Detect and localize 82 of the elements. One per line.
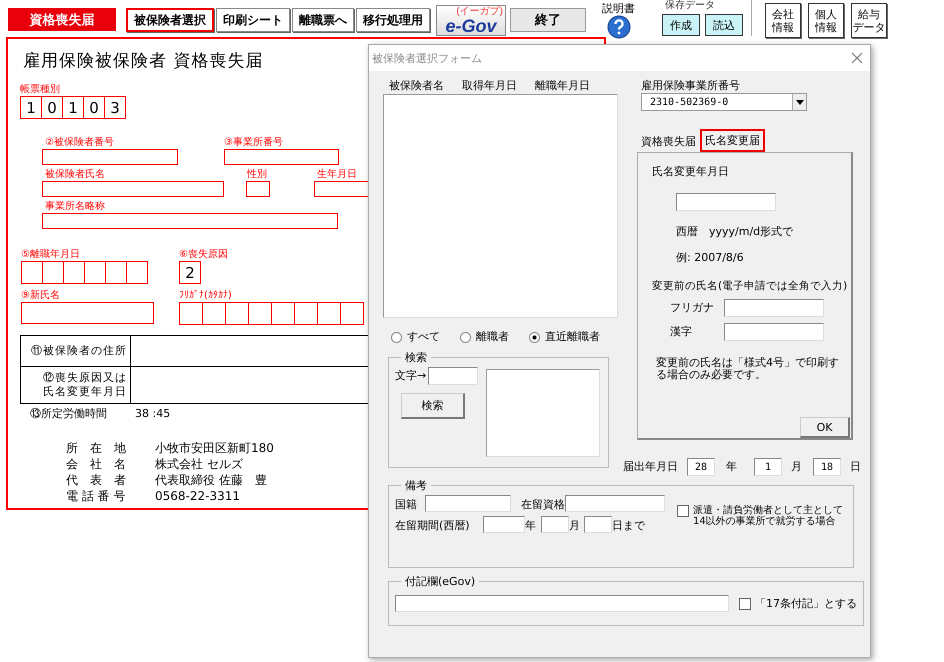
- work-hours-value: 38 :45: [135, 406, 170, 422]
- company-label: 会 社 名: [66, 456, 126, 472]
- save-data-button[interactable]: 読込: [705, 14, 743, 36]
- egov-logo-button[interactable]: (イーガブ) e-Gov: [436, 5, 506, 36]
- unit-label: 月: [791, 460, 803, 474]
- column-header: 離職年月日: [535, 79, 590, 93]
- field-label: 生年月日: [317, 169, 357, 181]
- column-header: 被保険者名: [389, 79, 444, 93]
- unit-label: 年: [726, 460, 738, 474]
- digit-cell: 3: [104, 96, 126, 119]
- search-button[interactable]: 検索: [401, 393, 465, 419]
- radio-label[interactable]: 離職者: [476, 330, 509, 344]
- toolbar-button[interactable]: 離職票へ: [292, 8, 354, 32]
- save-data-label: 保存データ: [665, 0, 715, 11]
- radio-label[interactable]: 直近離職者: [545, 330, 600, 344]
- ok-button[interactable]: OK: [800, 417, 850, 438]
- unit-label: 日まで: [612, 519, 645, 533]
- manual-label: 説明書: [602, 2, 635, 15]
- radio-label[interactable]: すべて: [407, 330, 440, 344]
- field-label: ⑤離職年月日: [21, 249, 80, 261]
- company-value: 代表取締役 佐藤 豊: [155, 472, 267, 488]
- toolbar-button[interactable]: 移行処理用: [356, 8, 430, 32]
- company-value: 小牧市安田区新町180: [155, 440, 274, 456]
- save-data-button[interactable]: 作成: [662, 14, 700, 36]
- field-label: 被保険者氏名: [45, 169, 105, 181]
- field-label: 帳票種別: [20, 84, 60, 96]
- field-label: 在留資格: [521, 498, 565, 512]
- dialog-title: 被保険者選択フォーム: [372, 50, 482, 66]
- column-header: 取得年月日: [462, 79, 517, 93]
- day-field[interactable]: 18: [813, 458, 841, 476]
- form-title-button[interactable]: 資格喪失届: [8, 8, 116, 31]
- group-title: 検索: [404, 350, 428, 365]
- company-label: 代 表 者: [66, 472, 126, 488]
- field-label: 変更前の氏名(電子申請では全角で入力): [652, 279, 848, 293]
- toolbar-button[interactable]: 印刷シート: [216, 8, 290, 32]
- unit-label: 年: [525, 519, 537, 533]
- field-label: 文字→: [395, 369, 426, 383]
- unit-label: 月: [569, 519, 581, 533]
- digit-cell: 0: [83, 96, 105, 119]
- company-value: 株式会社 セルズ: [155, 456, 243, 472]
- table-header-cell: ⑫喪失原因又は 氏名変更年月日: [20, 367, 131, 403]
- field-label: 氏名変更年月日: [652, 165, 730, 179]
- table-header-cell: ⑪被保険者の住所: [20, 336, 131, 366]
- field-label: 在留期間(西暦): [395, 519, 471, 533]
- office-number-dropdown[interactable]: 2310-502369-0: [641, 93, 807, 111]
- info-button[interactable]: 個人 情報: [808, 3, 844, 38]
- field-label: ③事業所番号: [224, 137, 283, 149]
- field-label: 漢字: [670, 325, 693, 339]
- month-field[interactable]: 1: [754, 458, 782, 476]
- group-title: 備考: [404, 478, 428, 493]
- field-label: 国籍: [395, 498, 418, 512]
- unit-label: 日: [850, 460, 861, 474]
- field-label: ②被保険者番号: [45, 137, 114, 149]
- digit-cell: 1: [20, 96, 42, 119]
- exit-button[interactable]: 終了: [510, 8, 586, 32]
- work-hours-label: ⑬所定労働時間: [30, 406, 108, 422]
- field-label: ﾌﾘｶﾞﾅ(ｶﾀｶﾅ): [179, 290, 232, 302]
- field-label: 性別: [247, 169, 267, 181]
- field-label: ⑨新氏名: [21, 290, 60, 302]
- format-hint: 西暦 yyyy/m/d形式で: [676, 225, 794, 239]
- tab[interactable]: 氏名変更届: [700, 129, 765, 152]
- note-text: 変更前の氏名は「様式4号」で印刷する場合のみ必要です。: [656, 357, 840, 381]
- company-label: 所 在 地: [66, 440, 126, 456]
- field-label: 事業所名略称: [45, 201, 105, 213]
- checkbox-label[interactable]: 「17条付記」とする: [755, 596, 857, 610]
- checkbox-label[interactable]: 派遣・請負労働者として主として14以外の事業所で就労する場合: [693, 505, 843, 527]
- digit-cell: 1: [62, 96, 84, 119]
- field-label: 雇用保険事業所番号: [641, 79, 741, 93]
- field-label: フリガナ: [670, 301, 715, 315]
- toolbar-button[interactable]: 被保険者選択: [126, 8, 214, 32]
- digit-cell: 0: [41, 96, 63, 119]
- field-label: 届出年月日: [623, 460, 679, 474]
- company-value: 0568-22-3311: [155, 488, 240, 504]
- company-label: 電 話 番 号: [66, 488, 126, 504]
- info-button[interactable]: 会社 情報: [765, 3, 801, 38]
- info-button[interactable]: 給与 データ: [851, 3, 887, 38]
- form-title: 雇用保険被保険者 資格喪失届: [23, 50, 264, 72]
- field-label: ⑥喪失原因: [179, 249, 228, 261]
- year-field[interactable]: 28: [687, 458, 715, 476]
- example-text: 例: 2007/8/6: [676, 251, 745, 265]
- group-title: 付記欄(eGov): [404, 574, 476, 589]
- digit-cell: 2: [179, 261, 201, 284]
